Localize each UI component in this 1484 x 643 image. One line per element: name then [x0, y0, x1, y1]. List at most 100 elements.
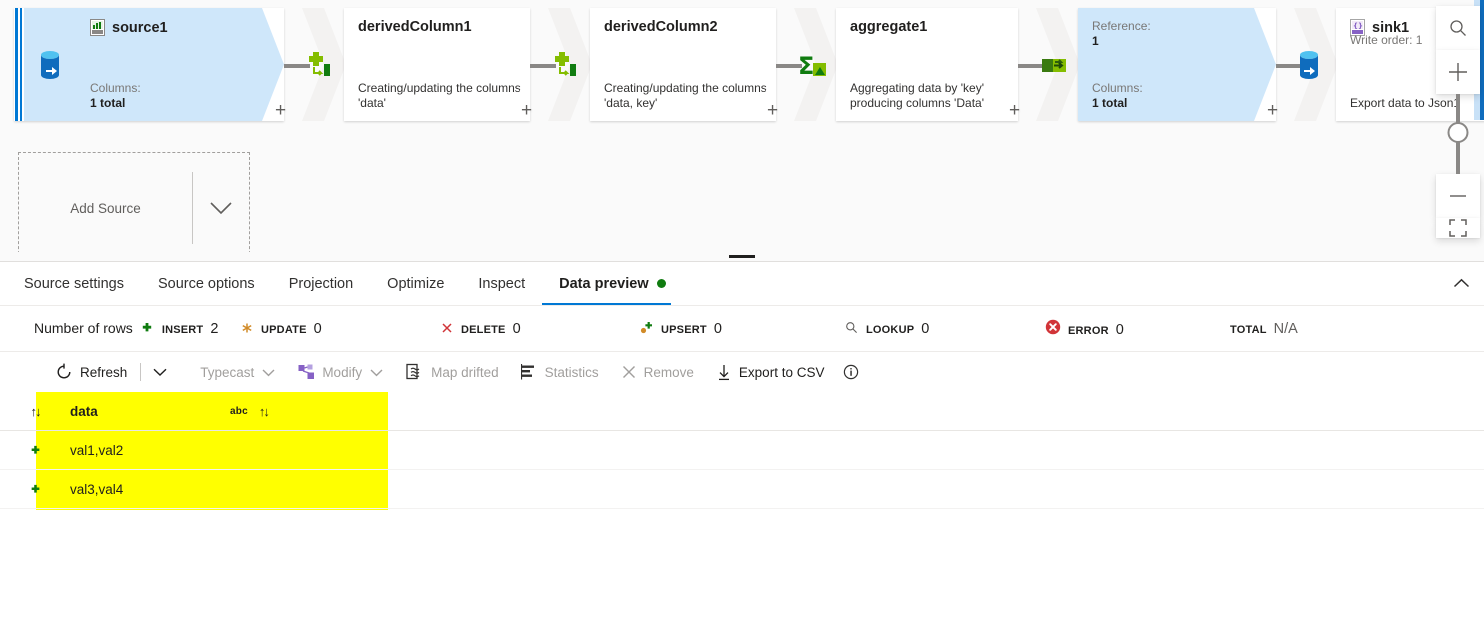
tab-optimize[interactable]: Optimize	[370, 262, 461, 305]
table-row[interactable]: val1,val2	[0, 431, 1484, 470]
node-body-aggregate1[interactable]: aggregate1 Aggregating data by 'key' pro…	[836, 8, 1018, 121]
refresh-label: Refresh	[80, 364, 128, 380]
desc-line-1: Aggregating data by 'key'	[850, 81, 985, 95]
chevron-down-icon[interactable]	[193, 199, 249, 217]
flow-node-derivedColumn2[interactable]: derivedColumn2 Creating/updating the col…	[590, 8, 778, 121]
flow-connector-1	[284, 8, 346, 121]
export-to-csv-button[interactable]: Export to CSV	[705, 357, 836, 387]
grid-column-header-data[interactable]: data abc ↑↓	[70, 404, 320, 419]
data-flow-canvas[interactable]: source1 Columns: 1 total + derivedColumn…	[0, 0, 1484, 262]
cell-data[interactable]: val3,val4	[70, 482, 320, 497]
tab-projection[interactable]: Projection	[272, 262, 370, 305]
info-icon	[843, 364, 859, 380]
sort-updown-icon[interactable]: ↑↓	[259, 404, 270, 419]
stat-name: UPDATE	[261, 323, 307, 336]
grid-header-sort-toggle[interactable]: ↑↓	[0, 404, 70, 419]
cell-value: val3,val4	[70, 481, 124, 497]
error-circle-icon	[1044, 319, 1061, 334]
chevron-down-icon	[152, 367, 168, 377]
zoom-slider-handle[interactable]	[1447, 122, 1469, 143]
data-preview-status-dot	[656, 279, 666, 288]
node-title-derivedColumn2: derivedColumn2	[604, 19, 762, 35]
modify-button[interactable]: Modify	[287, 357, 395, 387]
tab-label: Source settings	[24, 275, 124, 292]
tab-inspect[interactable]: Inspect	[461, 262, 542, 305]
node-description-derivedColumn2: Creating/updating the columns 'data, key…	[604, 81, 762, 111]
stat-value: 0	[1115, 321, 1124, 338]
tab-data-preview[interactable]: Data preview	[542, 262, 682, 305]
node-name-label: derivedColumn2	[604, 19, 718, 35]
desc-line-1: Creating/updating the columns	[604, 81, 767, 95]
collapse-panel-button[interactable]	[1438, 262, 1484, 305]
add-source-button[interactable]: Add Source	[18, 152, 250, 262]
source-db-icon-gutter	[24, 8, 76, 121]
data-preview-grid[interactable]: ↑↓ data abc ↑↓ val1,val2 val3,val4	[0, 392, 1484, 632]
stat-value: 0	[921, 321, 930, 337]
chevron-down-icon	[369, 368, 384, 377]
refresh-options-button[interactable]	[143, 357, 177, 387]
node-body-reference[interactable]: Reference: 1 Columns: 1 total	[1078, 8, 1276, 121]
node-title-aggregate1: aggregate1	[850, 19, 1004, 35]
stat-delete: DELETE 0	[439, 320, 639, 337]
tab-label: Inspect	[478, 275, 526, 292]
stat-name: TOTAL	[1230, 323, 1267, 336]
node-body-derivedColumn1[interactable]: derivedColumn1 Creating/updating the col…	[344, 8, 530, 121]
tab-source-settings[interactable]: Source settings	[24, 262, 141, 305]
desc-line-1: Creating/updating the columns	[358, 81, 521, 95]
reference-label: Reference:	[1092, 19, 1151, 33]
database-sink-icon	[1298, 50, 1328, 80]
derived-column-icon	[552, 50, 582, 80]
panel-resize-handle[interactable]	[0, 252, 1484, 262]
tab-label: Projection	[288, 275, 354, 292]
node-body-derivedColumn2[interactable]: derivedColumn2 Creating/updating the col…	[590, 8, 776, 121]
tab-source-options[interactable]: Source options	[141, 262, 272, 305]
table-row[interactable]: val3,val4	[0, 470, 1484, 509]
columns-label: Columns:	[90, 81, 141, 95]
typecast-button[interactable]: Typecast	[189, 357, 287, 387]
insert-plus-icon	[30, 484, 41, 495]
columns-value: 1 total	[1092, 96, 1128, 110]
flow-node-aggregate1[interactable]: aggregate1 Aggregating data by 'key' pro…	[836, 8, 1020, 121]
node-title-source1: source1	[90, 19, 270, 36]
node-name-label: source1	[112, 19, 168, 36]
node-name-label: derivedColumn1	[358, 19, 472, 35]
statistics-button[interactable]: Statistics	[510, 357, 610, 387]
node-body-source1[interactable]: source1 Columns: 1 total	[76, 8, 284, 121]
row-change-marker	[0, 484, 70, 495]
node-description-derivedColumn1: Creating/updating the columns 'data'	[358, 81, 516, 111]
svg-text:Σ: Σ	[798, 52, 814, 80]
chevron-down-icon	[261, 368, 276, 377]
zoom-in-button[interactable]	[1436, 50, 1480, 94]
zoom-out-button[interactable]	[1436, 174, 1480, 218]
info-button[interactable]	[835, 357, 867, 387]
stat-name: DELETE	[461, 323, 506, 336]
canvas-zoom-controls[interactable]	[1436, 6, 1480, 238]
flow-node-reference[interactable]: Reference: 1 Columns: 1 total +	[1078, 8, 1278, 121]
map-drifted-label: Map drifted	[431, 364, 499, 380]
insert-plus-icon	[30, 445, 41, 456]
reference-info: Reference: 1	[1092, 19, 1262, 49]
aggregate-sigma-icon: Σ	[798, 50, 828, 80]
refresh-button[interactable]: Refresh	[44, 357, 138, 387]
derived-column-icon	[306, 50, 336, 80]
svg-text:{}: {}	[1353, 22, 1363, 30]
map-drifted-icon	[406, 363, 424, 381]
zoom-slider-track[interactable]	[1447, 94, 1469, 174]
refresh-icon	[55, 363, 73, 381]
data-preview-toolbar: Refresh Typecast Modify Map drifted Stat…	[0, 352, 1484, 392]
remove-button[interactable]: Remove	[610, 357, 705, 387]
stat-value: 0	[313, 320, 322, 337]
flow-node-derivedColumn1[interactable]: derivedColumn1 Creating/updating the col…	[344, 8, 532, 121]
flow-node-source1[interactable]: source1 Columns: 1 total +	[14, 8, 286, 121]
grid-header-row: ↑↓ data abc ↑↓	[0, 392, 1484, 431]
search-icon[interactable]	[1436, 6, 1480, 50]
fit-to-screen-icon[interactable]	[1436, 218, 1480, 238]
map-drifted-button[interactable]: Map drifted	[395, 357, 510, 387]
close-icon	[621, 364, 637, 380]
columns-value: 1 total	[90, 96, 126, 110]
cell-data[interactable]: val1,val2	[70, 443, 320, 458]
desc-line-2: producing columns 'Data'	[850, 96, 984, 110]
flow-connector-4	[1018, 8, 1080, 121]
stat-insert: Number of rows INSERT 2	[34, 320, 239, 337]
column-type-label: abc	[230, 405, 248, 417]
